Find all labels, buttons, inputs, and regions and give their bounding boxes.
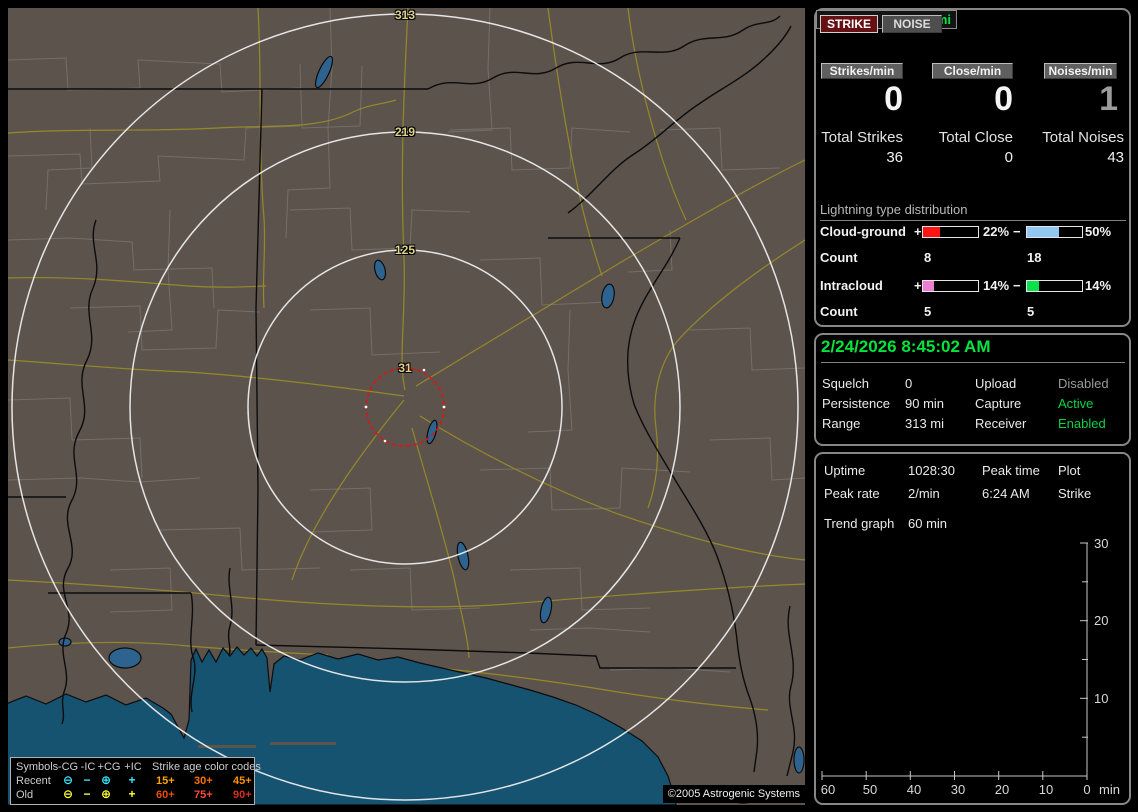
app-window: 313 219 125 31 Symbols -CG -IC +CG +IC S… bbox=[0, 0, 1138, 812]
age-code-15: 15+ bbox=[156, 775, 175, 787]
svg-text:30: 30 bbox=[951, 782, 965, 797]
distribution-title: Lightning type distribution bbox=[820, 202, 1126, 221]
legend-row-recent-label: Recent bbox=[16, 775, 51, 787]
svg-text:10: 10 bbox=[1039, 782, 1053, 797]
capture-value: Active bbox=[1058, 396, 1094, 411]
cg-count-label: Count bbox=[820, 250, 858, 265]
recent-neg-ic-icon: − bbox=[83, 773, 91, 787]
close-rate-value: 0 bbox=[994, 80, 1013, 118]
persistence-value: 90 min bbox=[905, 396, 945, 411]
cg-plus-count: 8 bbox=[924, 250, 932, 265]
svg-text:0: 0 bbox=[1083, 782, 1090, 797]
svg-text:min: min bbox=[1099, 782, 1120, 797]
strikes-per-min-header[interactable]: Strikes/min bbox=[821, 63, 903, 79]
strike-panel: STRIKE NOISE Bng 157° 398mi Strikes/min … bbox=[814, 8, 1131, 327]
close-per-min-header[interactable]: Close/min bbox=[932, 63, 1013, 79]
recent-neg-cg-icon: ⊖ bbox=[62, 773, 74, 787]
ic-plus-sign: + bbox=[914, 278, 922, 293]
trend-panel: Uptime 1028:30 Peak time Plot Peak rate … bbox=[814, 452, 1131, 805]
svg-text:60: 60 bbox=[821, 782, 835, 797]
age-code-90: 90+ bbox=[233, 789, 252, 801]
cg-minus-bar-fill bbox=[1027, 227, 1059, 237]
cg-minus-sign: − bbox=[1013, 224, 1021, 239]
recent-pos-ic-icon: + bbox=[128, 773, 136, 787]
trend-axes bbox=[821, 542, 1088, 780]
total-strikes-value: 36 bbox=[886, 149, 903, 166]
age-code-60: 60+ bbox=[156, 789, 175, 801]
ic-plus-bar bbox=[922, 280, 979, 292]
ring-label-313: 313 bbox=[394, 8, 416, 22]
legend-symbols-title: Symbols bbox=[16, 761, 59, 773]
ring-label-219: 219 bbox=[394, 125, 416, 139]
radar-map[interactable]: 313 219 125 31 bbox=[8, 8, 805, 805]
upload-value: Disabled bbox=[1058, 376, 1109, 391]
noise-mode-button[interactable]: NOISE bbox=[882, 15, 942, 33]
map-legend: Symbols -CG -IC +CG +IC Strike age color… bbox=[10, 757, 261, 805]
noises-rate-value: 1 bbox=[1099, 80, 1118, 118]
squelch-label: Squelch bbox=[822, 376, 869, 391]
ic-minus-sign: − bbox=[1013, 278, 1021, 293]
total-noises-value: 43 bbox=[1107, 149, 1124, 166]
strikes-rate-value: 0 bbox=[884, 80, 903, 118]
ic-minus-bar-fill bbox=[1027, 281, 1040, 291]
cg-minus-pct: 50% bbox=[1085, 224, 1112, 239]
ring-label-31: 31 bbox=[398, 361, 412, 375]
old-pos-cg-icon: ⊕ bbox=[100, 787, 112, 801]
svg-text:50: 50 bbox=[863, 782, 877, 797]
persistence-label: Persistence bbox=[822, 396, 890, 411]
total-noises-label: Total Noises bbox=[1042, 129, 1124, 146]
range-value: 313 mi bbox=[905, 416, 945, 431]
age-code-75: 75+ bbox=[194, 789, 213, 801]
trend-axis-labels: 30 20 10 60 50 40 30 20 10 0 min bbox=[821, 536, 1120, 797]
recent-pos-cg-icon: ⊕ bbox=[100, 773, 112, 787]
ic-minus-pct: 14% bbox=[1085, 278, 1112, 293]
total-close-label: Total Close bbox=[938, 129, 1013, 146]
ic-plus-pct: 14% bbox=[983, 278, 1010, 293]
ic-count-label: Count bbox=[820, 304, 858, 319]
ic-plus-bar-fill bbox=[923, 281, 934, 291]
total-strikes-label: Total Strikes bbox=[821, 129, 903, 146]
status-panel: 2/24/2026 8:45:02 AM Squelch 0 Upload Di… bbox=[814, 333, 1131, 446]
trend-chart: 30 20 10 60 50 40 30 20 10 0 min bbox=[821, 536, 1120, 797]
datetime-display: 2/24/2026 8:45:02 AM bbox=[821, 337, 1125, 363]
cg-minus-count: 18 bbox=[1027, 250, 1042, 265]
svg-text:10: 10 bbox=[1094, 691, 1108, 706]
ic-minus-count: 5 bbox=[1027, 304, 1035, 319]
cg-minus-bar bbox=[1026, 226, 1083, 238]
noises-per-min-header[interactable]: Noises/min bbox=[1044, 63, 1117, 79]
old-pos-ic-icon: + bbox=[128, 787, 136, 801]
ic-minus-bar bbox=[1026, 280, 1083, 292]
svg-text:30: 30 bbox=[1094, 536, 1108, 551]
age-code-45: 45+ bbox=[233, 775, 252, 787]
svg-text:20: 20 bbox=[1094, 613, 1108, 628]
cg-plus-sign: + bbox=[914, 224, 922, 239]
svg-text:20: 20 bbox=[995, 782, 1009, 797]
upload-label: Upload bbox=[975, 376, 1017, 391]
receiver-value: Enabled bbox=[1058, 416, 1106, 431]
cg-plus-bar-fill bbox=[923, 227, 940, 237]
total-close-value: 0 bbox=[1004, 149, 1013, 166]
capture-label: Capture bbox=[975, 396, 1022, 411]
range-label: Range bbox=[822, 416, 861, 431]
intracloud-label: Intracloud bbox=[820, 278, 883, 293]
legend-row-old-label: Old bbox=[16, 789, 34, 801]
receiver-label: Receiver bbox=[975, 416, 1027, 431]
squelch-value: 0 bbox=[905, 376, 913, 391]
cg-plus-pct: 22% bbox=[983, 224, 1010, 239]
old-neg-ic-icon: − bbox=[83, 787, 91, 801]
age-code-30: 30+ bbox=[194, 775, 213, 787]
svg-text:40: 40 bbox=[907, 782, 921, 797]
ring-label-125: 125 bbox=[394, 243, 416, 257]
legend-age-title: Strike age color codes bbox=[152, 761, 261, 773]
copyright-label: ©2005 Astrogenic Systems bbox=[662, 785, 805, 803]
strike-mode-button[interactable]: STRIKE bbox=[820, 15, 878, 33]
old-neg-cg-icon: ⊖ bbox=[62, 787, 74, 801]
cg-plus-bar bbox=[922, 226, 979, 238]
ic-plus-count: 5 bbox=[924, 304, 932, 319]
cloud-ground-label: Cloud-ground bbox=[820, 224, 906, 239]
